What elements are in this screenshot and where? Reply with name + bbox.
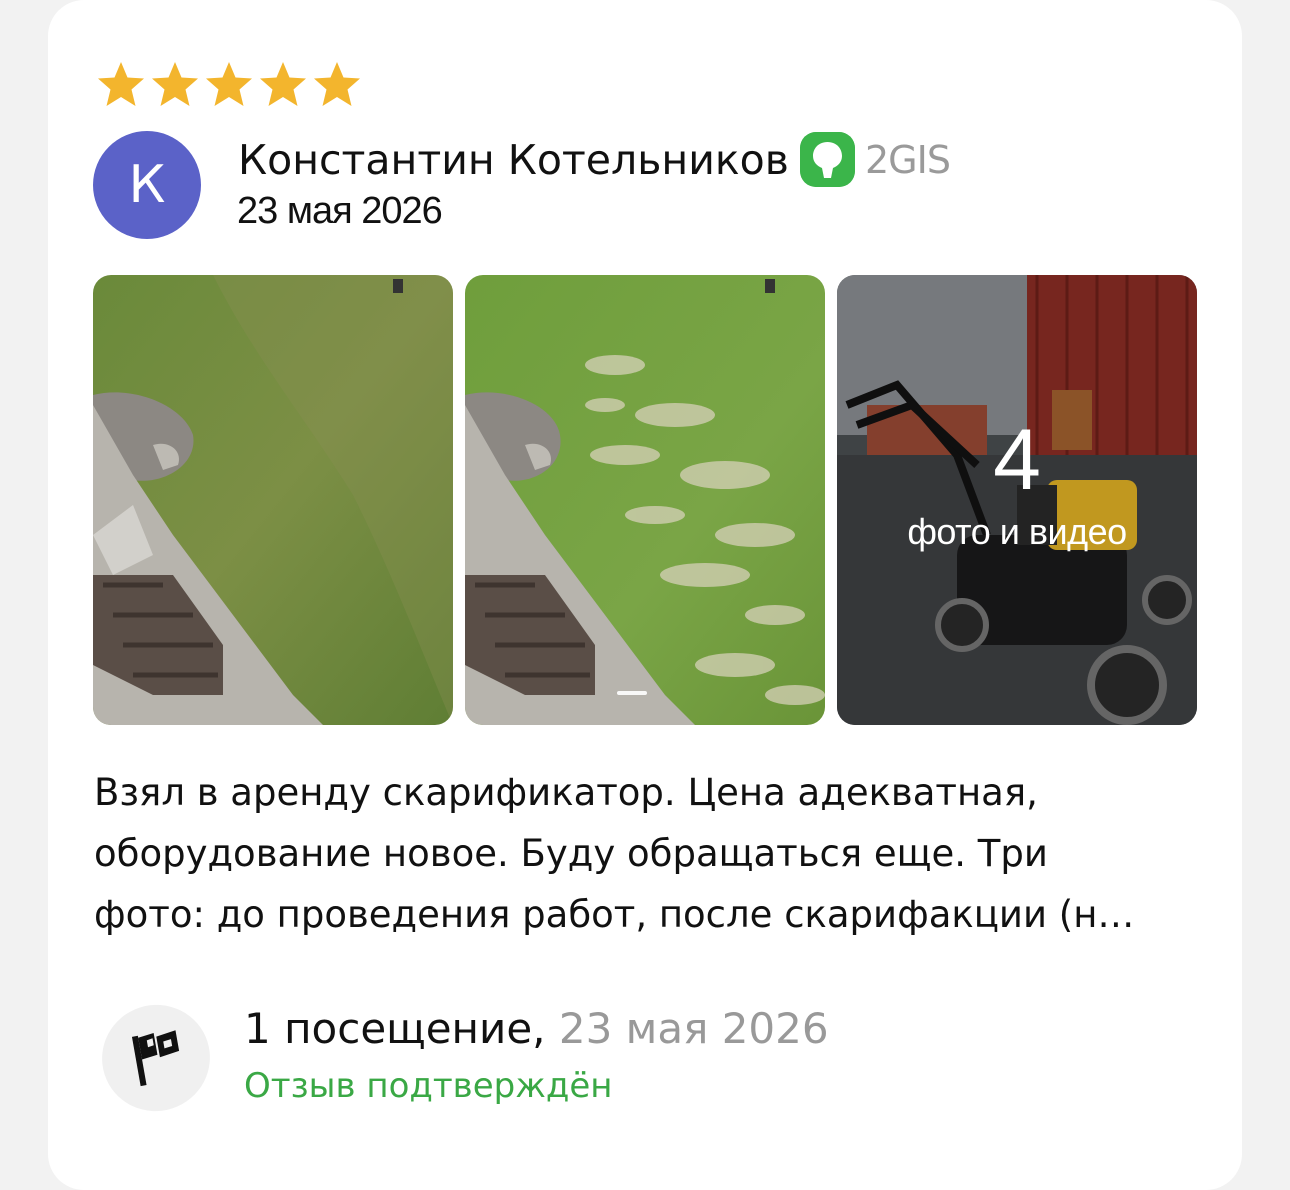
star-icon	[314, 62, 360, 106]
source-name: 2GIS	[865, 137, 951, 182]
star-icon	[152, 62, 198, 106]
2gis-logo-icon	[800, 132, 855, 187]
review-source: 2GIS	[800, 132, 951, 187]
lawn-photo-after	[465, 275, 825, 725]
visit-date: 23 мая 2026	[545, 1004, 829, 1053]
photo-gallery: 4 фото и видео	[93, 275, 1197, 725]
star-icon	[206, 62, 252, 106]
flag-icon	[102, 1004, 210, 1112]
rating-stars	[94, 58, 364, 112]
verified-badge: Отзыв подтверждён	[244, 1066, 613, 1106]
photo-thumbnail[interactable]	[465, 275, 825, 725]
more-photos-label: фото и видео	[907, 511, 1127, 552]
photo-thumbnail-more[interactable]: 4 фото и видео	[837, 275, 1197, 725]
author-name[interactable]: Константин Котельников	[238, 136, 789, 184]
photo-thumbnail[interactable]	[93, 275, 453, 725]
review-date: 23 мая 2026	[237, 190, 443, 232]
lawn-photo-before	[93, 275, 453, 725]
avatar-initial: К	[128, 155, 166, 215]
more-photos-overlay: 4 фото и видео	[837, 275, 1197, 725]
visit-info: 1 посещение, 23 мая 2026	[244, 1004, 829, 1053]
more-photos-count: 4	[993, 412, 1041, 508]
review-text[interactable]: Взял в аренду скарификатор. Цена адекват…	[94, 762, 1204, 945]
avatar[interactable]: К	[93, 131, 201, 239]
star-icon	[98, 62, 144, 106]
star-icon	[260, 62, 306, 106]
visit-count: 1 посещение,	[244, 1004, 546, 1053]
